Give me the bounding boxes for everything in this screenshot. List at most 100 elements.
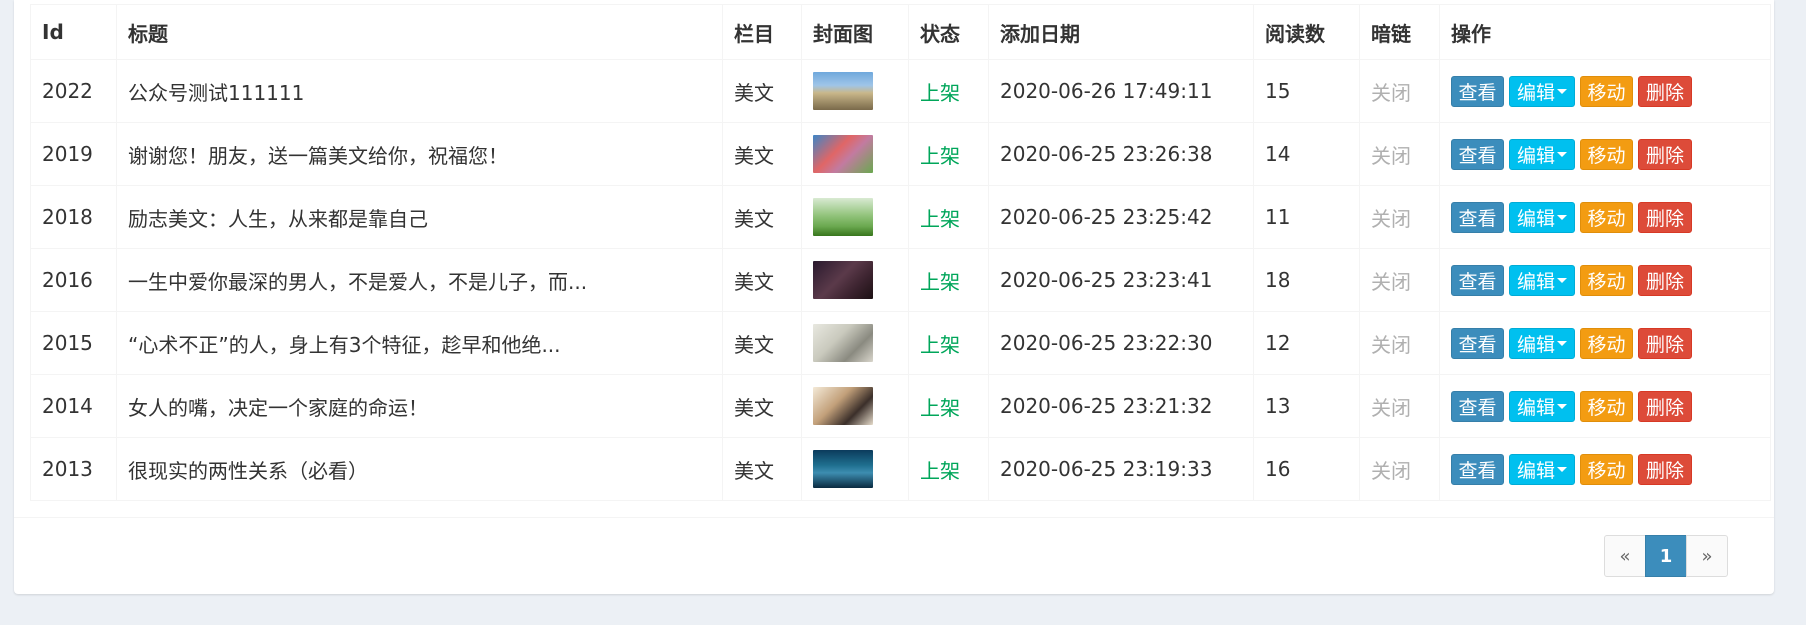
cell-status: 上架 (908, 248, 989, 312)
content-box: Id 标题 栏目 封面图 状态 添加日期 阅读数 暗链 操作 2022 公众号测试… (14, 0, 1774, 594)
move-button[interactable]: 移动 (1580, 75, 1633, 107)
cell-cover (801, 374, 909, 438)
cell-actions: 查看 编辑 移动 删除 (1439, 59, 1771, 123)
delete-button[interactable]: 删除 (1638, 75, 1692, 107)
cell-darklink: 关闭 (1359, 122, 1440, 186)
cell-cover (801, 59, 909, 123)
cover-thumbnail (813, 450, 873, 488)
edit-dropdown-button[interactable]: 编辑 (1509, 201, 1575, 233)
cell-date: 2020-06-26 17:49:11 (988, 59, 1254, 123)
cover-thumbnail (813, 198, 873, 236)
edit-button-label: 编辑 (1516, 144, 1555, 167)
pagination-page-1[interactable]: 1 (1645, 535, 1687, 577)
article-table-wrapper: Id 标题 栏目 封面图 状态 添加日期 阅读数 暗链 操作 2022 公众号测试… (30, 4, 1771, 501)
edit-button-label: 编辑 (1516, 207, 1555, 230)
cell-category: 美文 (722, 59, 802, 123)
cover-thumbnail (813, 324, 873, 362)
row-actions: 查看 编辑 移动 删除 (1451, 390, 1759, 422)
delete-button[interactable]: 删除 (1638, 138, 1692, 170)
cell-darklink: 关闭 (1359, 437, 1440, 501)
cell-id: 2015 (30, 311, 117, 375)
move-button[interactable]: 移动 (1580, 327, 1633, 359)
cell-status: 上架 (908, 122, 989, 186)
delete-button[interactable]: 删除 (1638, 453, 1692, 485)
delete-button[interactable]: 删除 (1638, 390, 1692, 422)
view-button[interactable]: 查看 (1451, 138, 1504, 170)
cell-reads: 15 (1253, 59, 1360, 123)
delete-button[interactable]: 删除 (1638, 327, 1692, 359)
caret-down-icon (1557, 214, 1567, 220)
pagination-prev-button[interactable]: « (1604, 535, 1646, 577)
view-button[interactable]: 查看 (1451, 390, 1504, 422)
cell-date: 2020-06-25 23:22:30 (988, 311, 1254, 375)
cell-date: 2020-06-25 23:21:32 (988, 374, 1254, 438)
cover-thumbnail (813, 72, 873, 110)
view-button[interactable]: 查看 (1451, 453, 1504, 485)
move-button[interactable]: 移动 (1580, 390, 1633, 422)
table-body: 2022 公众号测试111111 美文 上架 2020-06-26 17:49:11 15… (30, 59, 1771, 501)
move-button[interactable]: 移动 (1580, 453, 1633, 485)
cell-title: 一生中爱你最深的男人，不是爱人，不是儿子，而... (116, 248, 723, 312)
cell-id: 2013 (30, 437, 117, 501)
col-header-category: 栏目 (722, 4, 802, 60)
cell-status: 上架 (908, 185, 989, 249)
view-button[interactable]: 查看 (1451, 75, 1504, 107)
pagination: « 1 » (1604, 535, 1728, 577)
cell-id: 2022 (30, 59, 117, 123)
row-actions: 查看 编辑 移动 删除 (1451, 327, 1759, 359)
edit-dropdown-button[interactable]: 编辑 (1509, 264, 1575, 296)
cell-reads: 16 (1253, 437, 1360, 501)
caret-down-icon (1557, 151, 1567, 157)
cell-actions: 查看 编辑 移动 删除 (1439, 185, 1771, 249)
cell-darklink: 关闭 (1359, 59, 1440, 123)
cell-date: 2020-06-25 23:19:33 (988, 437, 1254, 501)
cell-title: 很现实的两性关系（必看） (116, 437, 723, 501)
edit-dropdown-button[interactable]: 编辑 (1509, 327, 1575, 359)
caret-down-icon (1557, 88, 1567, 94)
cell-category: 美文 (722, 311, 802, 375)
delete-button[interactable]: 删除 (1638, 264, 1692, 296)
cell-category: 美文 (722, 374, 802, 438)
cover-thumbnail (813, 135, 873, 173)
edit-button-label: 编辑 (1516, 459, 1555, 482)
article-table: Id 标题 栏目 封面图 状态 添加日期 阅读数 暗链 操作 2022 公众号测试… (30, 4, 1771, 501)
table-row: 2016 一生中爱你最深的男人，不是爱人，不是儿子，而... 美文 上架 2020-06… (30, 248, 1771, 312)
edit-button-label: 编辑 (1516, 270, 1555, 293)
col-header-actions: 操作 (1439, 4, 1771, 60)
col-header-date: 添加日期 (988, 4, 1254, 60)
cell-cover (801, 248, 909, 312)
col-header-darklink: 暗链 (1359, 4, 1440, 60)
edit-dropdown-button[interactable]: 编辑 (1509, 138, 1575, 170)
cell-darklink: 关闭 (1359, 311, 1440, 375)
cell-id: 2016 (30, 248, 117, 312)
move-button[interactable]: 移动 (1580, 201, 1633, 233)
cell-status: 上架 (908, 59, 989, 123)
table-row: 2022 公众号测试111111 美文 上架 2020-06-26 17:49:11 15… (30, 59, 1771, 123)
row-actions: 查看 编辑 移动 删除 (1451, 201, 1759, 233)
cell-reads: 13 (1253, 374, 1360, 438)
table-row: 2018 励志美文：人生，从来都是靠自己 美文 上架 2020-06-25 23:25:… (30, 185, 1771, 249)
cell-category: 美文 (722, 185, 802, 249)
table-row: 2013 很现实的两性关系（必看） 美文 上架 2020-06-25 23:19:33 1… (30, 437, 1771, 501)
view-button[interactable]: 查看 (1451, 201, 1504, 233)
edit-dropdown-button[interactable]: 编辑 (1509, 75, 1575, 107)
delete-button[interactable]: 删除 (1638, 201, 1692, 233)
cell-darklink: 关闭 (1359, 374, 1440, 438)
edit-dropdown-button[interactable]: 编辑 (1509, 453, 1575, 485)
pagination-next-button[interactable]: » (1686, 535, 1728, 577)
view-button[interactable]: 查看 (1451, 327, 1504, 359)
cell-reads: 11 (1253, 185, 1360, 249)
edit-dropdown-button[interactable]: 编辑 (1509, 390, 1575, 422)
col-header-cover: 封面图 (801, 4, 909, 60)
caret-down-icon (1557, 403, 1567, 409)
move-button[interactable]: 移动 (1580, 264, 1633, 296)
row-actions: 查看 编辑 移动 删除 (1451, 75, 1759, 107)
move-button[interactable]: 移动 (1580, 138, 1633, 170)
table-header-row: Id 标题 栏目 封面图 状态 添加日期 阅读数 暗链 操作 (30, 4, 1771, 60)
cell-reads: 14 (1253, 122, 1360, 186)
cell-actions: 查看 编辑 移动 删除 (1439, 311, 1771, 375)
cell-id: 2018 (30, 185, 117, 249)
table-row: 2019 谢谢您！朋友，送一篇美文给你，祝福您！ 美文 上架 2020-06-25 23… (30, 122, 1771, 186)
view-button[interactable]: 查看 (1451, 264, 1504, 296)
cell-status: 上架 (908, 437, 989, 501)
